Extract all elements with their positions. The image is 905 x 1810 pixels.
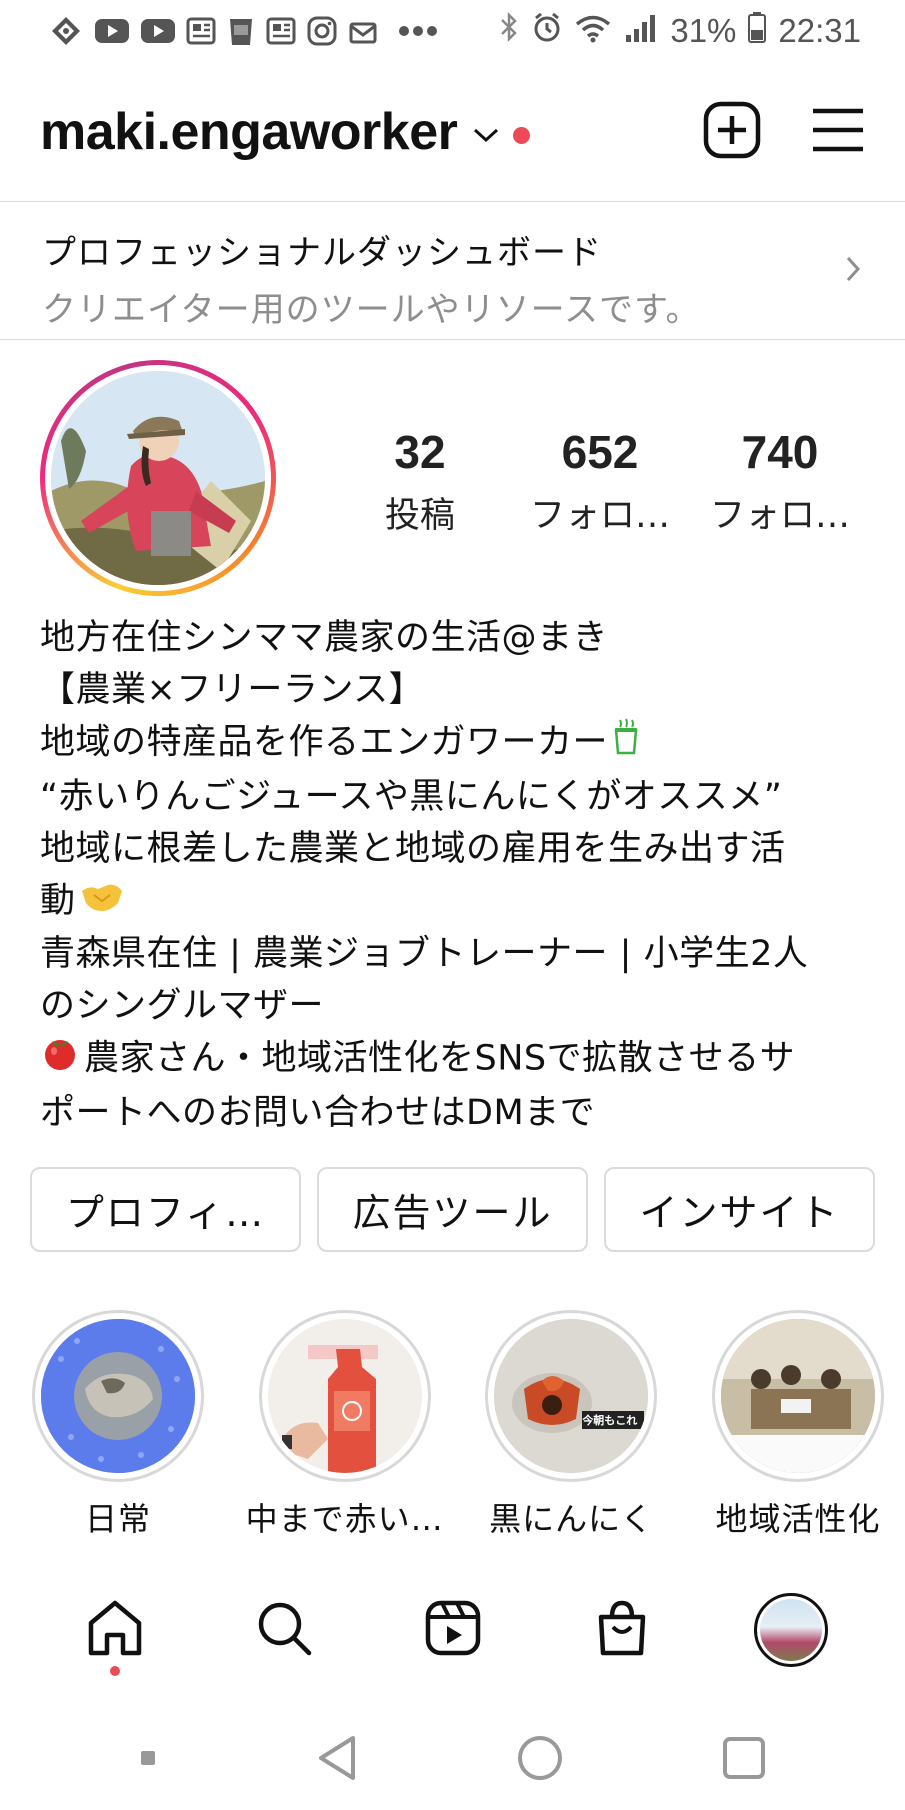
share-icon — [48, 14, 84, 48]
notification-icons — [48, 14, 438, 48]
account-username[interactable]: maki.engaworker — [40, 102, 458, 162]
bio-line: 農家さん・地域活性化をSNSで拡散させるサ — [40, 1032, 870, 1087]
alarm-icon — [532, 11, 562, 51]
home-icon — [85, 1599, 145, 1661]
profile-photo — [51, 371, 265, 585]
posts-count: 32 — [394, 426, 446, 478]
bio-line: 地方在住シンママ農家の生活@まき — [40, 618, 609, 658]
bio-text: 地域の特産品を作るエンガワーカー — [40, 722, 609, 763]
bio-line: “赤いりんごジュースや黒にんにくがオススメ” — [40, 777, 783, 817]
tomato-emoji-icon — [40, 1032, 80, 1087]
battery-icon — [748, 11, 767, 51]
home-circle-icon[interactable] — [516, 1734, 564, 1786]
youtube-icon — [140, 14, 176, 48]
following-stat[interactable]: 740 フォロ… — [690, 425, 870, 538]
handshake-emoji-icon — [80, 876, 124, 928]
insights-button[interactable]: インサイト — [604, 1167, 875, 1252]
shopping-bag-icon — [595, 1599, 649, 1661]
bluetooth-icon — [498, 11, 520, 51]
professional-dashboard-link[interactable]: プロフェッショナルダッシュボード クリエイター用のツールやリソースです。 — [0, 203, 905, 339]
highlight-item[interactable]: 今朝もこれ 黒にんにく — [481, 1310, 661, 1540]
followers-label: フォロ… — [529, 496, 670, 536]
back-icon[interactable] — [315, 1734, 359, 1786]
create-post-icon[interactable] — [703, 101, 761, 163]
youtube-icon — [94, 14, 130, 48]
bottom-navigation — [0, 1580, 905, 1680]
following-count: 740 — [741, 426, 819, 478]
profile-stats: 32 投稿 652 フォロ… 740 フォロ… — [330, 425, 870, 538]
instagram-icon — [306, 14, 338, 48]
clock-time: 22:31 — [778, 12, 861, 49]
bio-line: 地域の特産品を作るエンガワーカー — [40, 716, 870, 771]
highlight-label: 日常 — [84, 1500, 151, 1538]
notification-dot — [513, 126, 531, 144]
nav-shop[interactable] — [572, 1580, 672, 1680]
system-navigation-bar — [0, 1710, 905, 1810]
more-icon — [398, 14, 438, 48]
nav-notification-dot — [109, 1666, 120, 1676]
highlight-item[interactable]: 中まで赤い… — [246, 1310, 443, 1540]
system-status: 31% 22:31 — [498, 11, 861, 51]
followers-stat[interactable]: 652 フォロ… — [510, 425, 690, 538]
highlight-cover — [720, 1319, 875, 1473]
highlight-label: 黒にんにく — [489, 1500, 654, 1538]
highlight-cover — [41, 1319, 195, 1473]
highlight-cover — [267, 1319, 422, 1473]
profile-header: maki.engaworker — [0, 82, 905, 182]
dashboard-title: プロフェッショナルダッシュボード — [42, 233, 602, 273]
posts-label: 投稿 — [384, 496, 455, 536]
followers-count: 652 — [561, 426, 639, 478]
nav-reels[interactable] — [403, 1580, 503, 1680]
bio-line: 青森県在住 | 農業ジョブトレーナー | 小学生2人 — [40, 934, 809, 974]
highlight-overlay-text: 今朝もこれ — [582, 1414, 638, 1427]
bio-text: 動 — [40, 881, 76, 921]
search-icon — [255, 1599, 313, 1661]
bio-line: 【農業×フリーランス】 — [40, 670, 425, 710]
edit-profile-button[interactable]: プロフィ… — [30, 1167, 301, 1252]
cup-emoji-icon — [612, 716, 640, 771]
story-highlights: 日常 中まで赤い… 今朝もこれ 黒にんにく 地域活性化 — [28, 1310, 888, 1540]
mail-icon — [348, 14, 378, 48]
news-icon — [186, 14, 216, 48]
overview-square-icon[interactable] — [721, 1735, 767, 1785]
profile-bio: 地方在住シンママ農家の生活@まき 【農業×フリーランス】 地域の特産品を作るエン… — [40, 612, 870, 1139]
bio-line: ポートへのお問い合わせはDMまで — [40, 1093, 596, 1133]
signal-icon — [624, 12, 658, 51]
highlight-item[interactable]: 地域活性化 — [708, 1310, 888, 1540]
highlight-label: 地域活性化 — [715, 1500, 881, 1538]
chevron-down-icon[interactable] — [473, 127, 499, 147]
profile-avatar[interactable] — [40, 360, 276, 596]
news-icon — [266, 14, 296, 48]
chevron-right-icon — [845, 255, 861, 287]
nav-search[interactable] — [234, 1580, 334, 1680]
highlight-item[interactable]: 日常 — [28, 1310, 208, 1540]
bio-line: 動 — [40, 875, 870, 928]
app-badge-icon — [226, 14, 256, 48]
wifi-icon — [574, 12, 612, 51]
bio-text: 農家さん・地域活性化をSNSで拡散させるサ — [84, 1038, 796, 1079]
divider — [0, 201, 905, 202]
reels-icon — [424, 1599, 482, 1661]
nav-profile[interactable] — [741, 1580, 841, 1680]
following-label: フォロ… — [709, 496, 850, 536]
bio-line: のシングルマザー — [40, 986, 325, 1026]
highlight-label: 中まで赤い… — [245, 1500, 444, 1538]
ad-tools-button[interactable]: 広告ツール — [317, 1167, 588, 1252]
divider — [0, 339, 905, 340]
menu-icon[interactable] — [811, 106, 865, 158]
battery-percent: 31% — [670, 12, 737, 49]
nav-home[interactable] — [65, 1580, 165, 1680]
status-bar: 31% 22:31 — [0, 0, 905, 62]
dashboard-subtitle: クリエイター用のツールやリソースです。 — [42, 290, 701, 330]
bio-line: 地域に根差した農業と地域の雇用を生み出す活 — [40, 829, 786, 869]
profile-avatar-icon — [753, 1593, 828, 1667]
profile-action-buttons: プロフィ… 広告ツール インサイト — [30, 1167, 875, 1252]
recent-dot-icon[interactable] — [138, 1748, 158, 1772]
highlight-cover: 今朝もこれ — [494, 1319, 649, 1473]
posts-stat[interactable]: 32 投稿 — [330, 425, 510, 538]
